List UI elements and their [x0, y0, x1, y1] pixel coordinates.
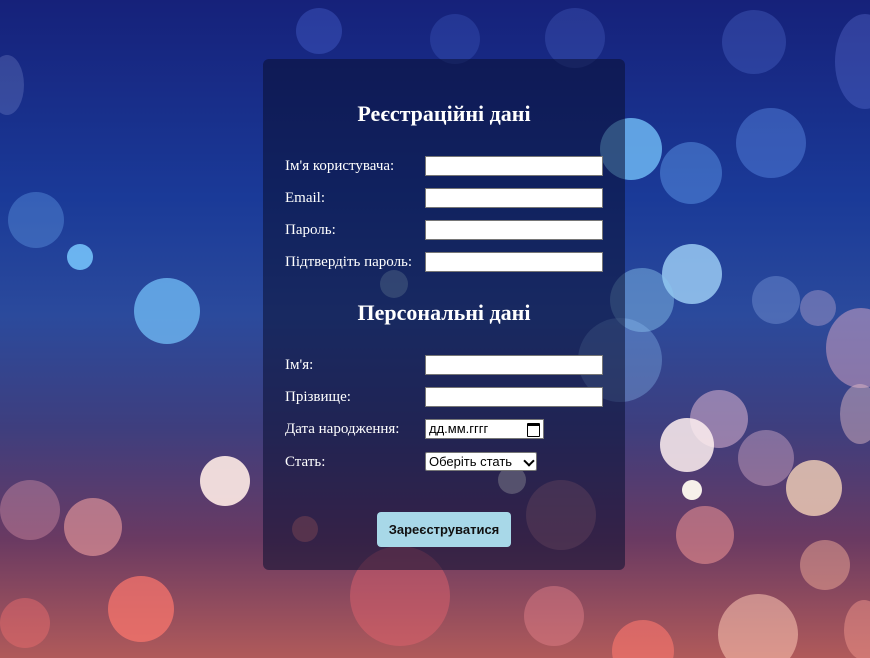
first-name-input[interactable] — [425, 355, 603, 375]
last-name-label: Прізвище: — [285, 389, 351, 405]
birthdate-input[interactable]: дд.мм.гггг — [425, 419, 544, 439]
register-button[interactable]: Зареєструватися — [377, 512, 511, 547]
last-name-input[interactable] — [425, 387, 603, 407]
last-name-row: Прізвище: — [285, 387, 605, 409]
registration-heading: Реєстраційні дані — [357, 101, 531, 126]
birthdate-label: Дата народження: — [285, 421, 400, 437]
password-row: Пароль: — [285, 220, 605, 242]
calendar-icon[interactable] — [527, 423, 540, 437]
registration-form: Реєстраційні дані Ім'я користувача: Emai… — [263, 59, 625, 570]
gender-row: Стать: Оберіть стать — [285, 452, 605, 474]
confirm-password-label: Підтвердіть пароль: — [285, 254, 413, 270]
confirm-password-input[interactable] — [425, 252, 603, 272]
gender-selected-value: Оберіть стать — [429, 454, 513, 469]
username-input[interactable] — [425, 156, 603, 176]
email-label: Email: — [285, 190, 325, 206]
password-label: Пароль: — [285, 222, 336, 238]
first-name-label: Ім'я: — [285, 357, 314, 373]
chevron-down-icon — [523, 455, 535, 467]
personal-heading: Персональні дані — [357, 300, 531, 325]
first-name-row: Ім'я: — [285, 355, 605, 377]
username-label: Ім'я користувача: — [285, 158, 395, 174]
confirm-password-row: Підтвердіть пароль: — [285, 252, 605, 274]
username-row: Ім'я користувача: — [285, 156, 605, 178]
birthdate-row: Дата народження: дд.мм.гггг — [285, 419, 605, 441]
email-input[interactable] — [425, 188, 603, 208]
password-input[interactable] — [425, 220, 603, 240]
gender-select[interactable]: Оберіть стать — [425, 452, 537, 471]
email-row: Email: — [285, 188, 605, 210]
gender-label: Стать: — [285, 454, 326, 470]
birthdate-placeholder: дд.мм.гггг — [429, 421, 489, 436]
